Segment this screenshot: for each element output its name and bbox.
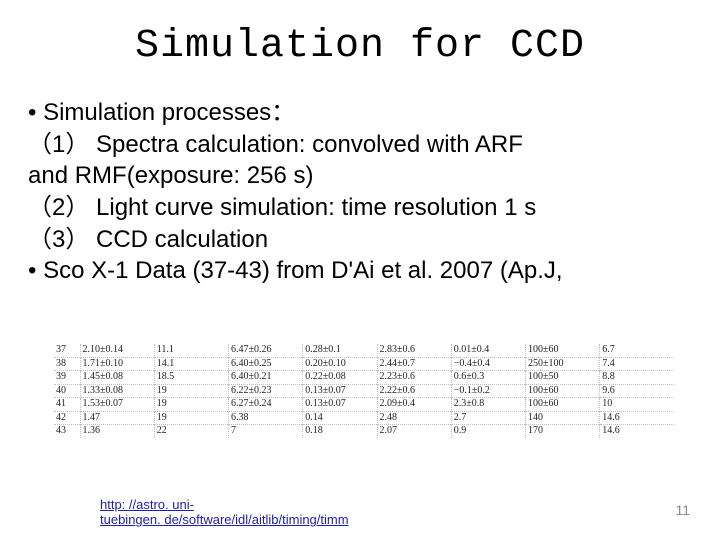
cell: 14.6 — [600, 425, 674, 438]
cell: 19 — [154, 398, 228, 412]
step-3: （3） CCD calculation — [28, 224, 692, 256]
cell: 9.6 — [600, 384, 674, 398]
cell: 2.48 — [377, 411, 451, 425]
cell: 22 — [154, 425, 228, 438]
cell: 10 — [600, 398, 674, 412]
cell: 6.38 — [229, 411, 303, 425]
cell: 0.18 — [303, 425, 377, 438]
cell: 2.07 — [377, 425, 451, 438]
row-label: 40 — [54, 384, 80, 398]
cell: 2.23±0.6 — [377, 371, 451, 385]
cell: 2.22±0.6 — [377, 384, 451, 398]
cell: 250±100 — [526, 357, 600, 371]
row-label: 38 — [54, 357, 80, 371]
cell: 0.13±0.07 — [303, 384, 377, 398]
row-label: 42 — [54, 411, 80, 425]
cell: 100±60 — [526, 398, 600, 412]
cell: 2.10±0.14 — [80, 344, 154, 357]
cell: 0.22±0.08 — [303, 371, 377, 385]
slide-body: • Simulation processes： （1） Spectra calc… — [0, 69, 720, 287]
cell: 1.45±0.08 — [80, 371, 154, 385]
slide: Simulation for CCD • Simulation processe… — [0, 0, 720, 540]
cell: 19 — [154, 411, 228, 425]
cell: 1.36 — [80, 425, 154, 438]
step-1b: and RMF(exposure: 256 s) — [28, 160, 692, 192]
cell: 170 — [526, 425, 600, 438]
cell: 100±60 — [526, 344, 600, 357]
cell: 140 — [526, 411, 600, 425]
cell: 6.40±0.21 — [229, 371, 303, 385]
link-text-line2: tuebingen. de/software/idl/aitlib/timing… — [100, 512, 349, 527]
cell: 1.71±0.10 — [80, 357, 154, 371]
cell: −0.1±0.2 — [451, 384, 525, 398]
cell: 2.7 — [451, 411, 525, 425]
step-2: （2） Light curve simulation: time resolut… — [28, 192, 692, 224]
cell: 0.13±0.07 — [303, 398, 377, 412]
cell: 19 — [154, 384, 228, 398]
cell: 0.01±0.4 — [451, 344, 525, 357]
cell: 8.8 — [600, 371, 674, 385]
row-label: 37 — [54, 344, 80, 357]
table-row: 39 1.45±0.08 18.5 6.40±0.21 0.22±0.08 2.… — [54, 371, 674, 385]
table-row: 41 1.53±0.07 19 6.27±0.24 0.13±0.07 2.09… — [54, 398, 674, 412]
data-table: 37 2.10±0.14 11.1 6.47±0.26 0.28±0.1 2.8… — [54, 344, 674, 438]
table-row: 42 1.47 19 6.38 0.14 2.48 2.7 140 14.6 — [54, 411, 674, 425]
cell: 7.4 — [600, 357, 674, 371]
table-row: 43 1.36 22 7 0.18 2.07 0.9 170 14.6 — [54, 425, 674, 438]
cell: 0.28±0.1 — [303, 344, 377, 357]
cell: 0.6±0.3 — [451, 371, 525, 385]
link-text-line1: http: //astro. uni- — [100, 497, 194, 512]
cell: 6.27±0.24 — [229, 398, 303, 412]
cell: 6.7 — [600, 344, 674, 357]
table-row: 37 2.10±0.14 11.1 6.47±0.26 0.28±0.1 2.8… — [54, 344, 674, 357]
cell: 100±50 — [526, 371, 600, 385]
cell: 0.14 — [303, 411, 377, 425]
cell: 14.1 — [154, 357, 228, 371]
row-label: 43 — [54, 425, 80, 438]
cell: 1.33±0.08 — [80, 384, 154, 398]
cell: 6.47±0.26 — [229, 344, 303, 357]
step-1a: （1） Spectra calculation: convolved with … — [28, 129, 692, 161]
cell: 11.1 — [154, 344, 228, 357]
page-number: 11 — [675, 502, 690, 518]
row-label: 41 — [54, 398, 80, 412]
bullet-data: • Sco X-1 Data (37-43) from D'Ai et al. … — [28, 255, 692, 287]
footnote-link[interactable]: http: //astro. uni- tuebingen. de/softwa… — [100, 497, 349, 528]
cell: 2.44±0.7 — [377, 357, 451, 371]
cell: 1.47 — [80, 411, 154, 425]
cell: 2.3±0.8 — [451, 398, 525, 412]
cell: 0.9 — [451, 425, 525, 438]
cell: 18.5 — [154, 371, 228, 385]
cell: 1.53±0.07 — [80, 398, 154, 412]
slide-title: Simulation for CCD — [0, 0, 720, 69]
cell: 6.40±0.25 — [229, 357, 303, 371]
data-table-area: 37 2.10±0.14 11.1 6.47±0.26 0.28±0.1 2.8… — [54, 344, 674, 454]
cell: 2.09±0.4 — [377, 398, 451, 412]
table-row: 38 1.71±0.10 14.1 6.40±0.25 0.20±0.10 2.… — [54, 357, 674, 371]
table-row: 40 1.33±0.08 19 6.22±0.23 0.13±0.07 2.22… — [54, 384, 674, 398]
bullet-processes: • Simulation processes： — [28, 97, 692, 129]
cell: −0.4±0.4 — [451, 357, 525, 371]
cell: 0.20±0.10 — [303, 357, 377, 371]
cell: 7 — [229, 425, 303, 438]
cell: 6.22±0.23 — [229, 384, 303, 398]
row-label: 39 — [54, 371, 80, 385]
cell: 14.6 — [600, 411, 674, 425]
cell: 2.83±0.6 — [377, 344, 451, 357]
cell: 100±60 — [526, 384, 600, 398]
